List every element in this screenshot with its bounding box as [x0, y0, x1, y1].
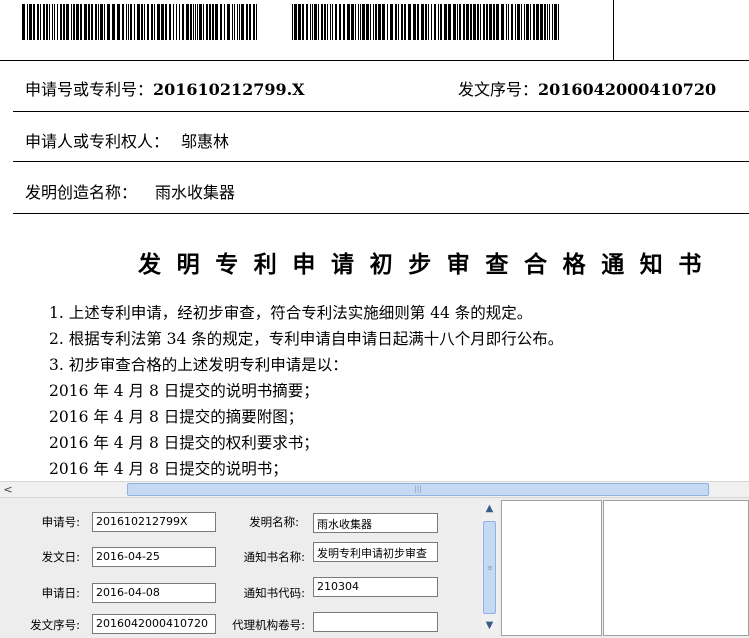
body-line-6: 2016 年 4 月 8 日提交的权利要求书； [49, 434, 319, 452]
app-number-value: 201610212799.X [153, 80, 305, 99]
dispatch-no-field: 发文序号：2016042000410720 [458, 76, 716, 100]
body-line-1: 1. 上述专利申请，经初步审查，符合专利法实施细则第 44 条的规定。 [49, 304, 533, 322]
agency-input[interactable] [313, 612, 438, 632]
scroll-up-arrow-icon[interactable]: ▲ [481, 501, 498, 517]
barcode-left [22, 4, 257, 40]
invention-input[interactable]: 雨水收集器 [313, 513, 438, 533]
barcode-right [292, 4, 559, 40]
agency-label: 代理机构卷号: [232, 618, 305, 632]
invention-name-value: 雨水收集器 [155, 183, 236, 202]
body-line-5: 2016 年 4 月 8 日提交的摘要附图； [49, 408, 304, 426]
notice-name-input[interactable]: 发明专利申请初步审查 [313, 542, 438, 562]
applicant-label: 申请人或专利权人： [25, 132, 170, 151]
rule-4 [13, 213, 749, 214]
notice-code-label: 通知书代码: [243, 586, 305, 600]
dispatch-date-input[interactable]: 2016-04-25 [92, 547, 216, 567]
rule-2 [13, 111, 749, 112]
scroll-down-arrow-icon[interactable]: ▼ [481, 618, 498, 634]
invention-label: 发明名称: [249, 515, 299, 529]
body-line-4: 2016 年 4 月 8 日提交的说明书摘要； [49, 382, 319, 400]
vertical-scroll-thumb[interactable]: ≡ [483, 521, 496, 614]
info-form-panel: 申请号: 201610212799X 发明名称: 雨水收集器 发文日: 2016… [0, 498, 749, 638]
horizontal-scroll-thumb[interactable]: ||| [127, 483, 709, 496]
notice-code-input[interactable]: 210304 [313, 577, 438, 597]
side-panel-2 [603, 500, 749, 636]
dispatch-date-label: 发文日: [41, 550, 80, 564]
scroll-left-arrow-icon[interactable]: < [0, 482, 16, 497]
rule-3 [13, 161, 749, 162]
notice-title: 发明专利申请初步审查合格通知书 [138, 251, 717, 278]
filing-date-label: 申请日: [41, 586, 80, 600]
filing-date-input[interactable]: 2016-04-08 [92, 583, 216, 603]
app-no-input[interactable]: 201610212799X [92, 512, 216, 532]
invention-name-label: 发明创造名称： [25, 183, 138, 202]
invention-name-field: 发明创造名称： 雨水收集器 [25, 179, 235, 203]
applicant-field: 申请人或专利权人： 邬惠林 [25, 128, 229, 152]
side-panel-1 [501, 500, 602, 636]
serial-label: 发文序号: [30, 618, 80, 632]
serial-input[interactable]: 2016042000410720 [92, 614, 216, 634]
body-line-7: 2016 年 4 月 8 日提交的说明书； [49, 460, 288, 478]
body-line-2: 2. 根据专利法第 34 条的规定，专利申请自申请日起满十八个月即行公布。 [49, 330, 564, 348]
notice-name-label: 通知书名称: [243, 550, 305, 564]
applicant-value: 邬惠林 [181, 132, 230, 151]
body-line-3: 3. 初步审查合格的上述发明专利申请是以： [49, 356, 348, 374]
vertical-scrollbar[interactable]: ▲ ≡ ▼ [481, 501, 498, 636]
dispatch-no-value: 2016042000410720 [538, 80, 717, 99]
app-no-label: 申请号: [41, 515, 80, 529]
dispatch-no-label: 发文序号： [458, 80, 539, 99]
horizontal-scrollbar[interactable]: < ||| [0, 481, 749, 498]
app-number-field: 申请号或专利号：201610212799.X [25, 76, 305, 100]
scroll-grip-icon: ||| [414, 485, 422, 493]
app-number-label: 申请号或专利号： [25, 80, 154, 99]
header-divider [613, 0, 614, 60]
document-view: 申请号或专利号：201610212799.X 发文序号：201604200041… [0, 0, 749, 480]
rule-top [0, 60, 749, 61]
scroll-grip-icon: ≡ [487, 564, 493, 572]
